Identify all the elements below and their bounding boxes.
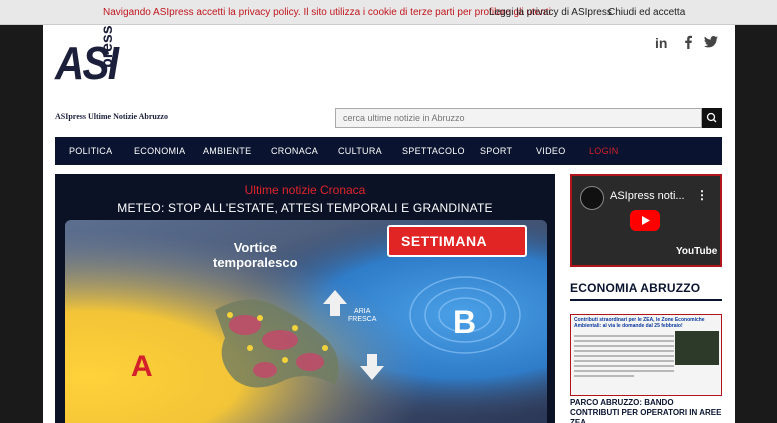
more-options-icon[interactable]: ⋮: [696, 188, 708, 202]
week-badge: SETTIMANA: [387, 225, 527, 257]
linkedin-icon[interactable]: in: [655, 35, 667, 51]
nav-item-sport[interactable]: SPORT: [480, 146, 512, 156]
site-tagline: ASIpress Ultime Notizie Abruzzo: [55, 112, 168, 121]
search-input[interactable]: [335, 108, 702, 128]
cookie-message: Navigando ASIpress accetti la privacy po…: [103, 7, 551, 18]
privacy-link[interactable]: Leggi la privacy di ASIpress: [489, 7, 612, 18]
feature-section-label[interactable]: Ultime notizie Cronaca: [55, 183, 555, 197]
feature-title[interactable]: METEO: STOP ALL'ESTATE, ATTESI TEMPORALI…: [55, 201, 555, 215]
nav-item-politica[interactable]: POLITICA: [69, 146, 112, 156]
nav-item-cronaca[interactable]: CRONACA: [271, 146, 318, 156]
vortex-label: Vortice temporalesco: [213, 240, 298, 270]
play-button[interactable]: [630, 210, 660, 231]
economy-card-body: [574, 335, 674, 380]
cookie-bar: Navigando ASIpress accetti la privacy po…: [0, 0, 777, 25]
site-logo[interactable]: ASI press: [55, 25, 125, 93]
search-icon: [706, 112, 717, 123]
nav-item-economia[interactable]: ECONOMIA: [134, 146, 185, 156]
high-pressure-label: A: [131, 350, 153, 383]
low-pressure-label: B: [453, 304, 477, 340]
economy-article-image[interactable]: Contributi straordinari per le ZEA, le Z…: [570, 314, 722, 396]
weather-map-image[interactable]: Vortice temporalesco SETTIMANA ARIA FRES…: [65, 220, 547, 423]
economy-article-title[interactable]: PARCO ABRUZZO: BANDO CONTRIBUTI PER OPER…: [570, 398, 722, 423]
week-badge-label: SETTIMANA: [401, 233, 488, 249]
youtube-video-embed[interactable]: ASIpress noti... ⋮ YouTube: [570, 174, 722, 267]
facebook-icon[interactable]: [683, 35, 693, 52]
channel-avatar: [580, 186, 604, 210]
play-icon: [642, 216, 650, 225]
vortex-line-2: temporalesco: [213, 255, 298, 270]
page-container: ASI press in ASIpress Ultime Notizie Abr…: [43, 25, 735, 423]
economy-card-thumbnail: [675, 331, 719, 365]
fresh-air-label: ARIA FRESCA: [348, 308, 376, 324]
video-title[interactable]: ASIpress noti...: [610, 190, 685, 202]
main-nav: POLITICA ECONOMIA AMBIENTE CRONACA CULTU…: [55, 137, 722, 165]
logo-sub: press: [99, 25, 116, 68]
featured-article[interactable]: Ultime notizie Cronaca METEO: STOP ALL'E…: [55, 174, 555, 423]
nav-item-spettacolo[interactable]: SPETTACOLO: [402, 146, 465, 156]
section-divider: [570, 299, 722, 301]
fresh-air-line-1: ARIA: [354, 308, 371, 315]
vortex-line-1: Vortice: [233, 240, 277, 255]
economy-card-headline: Contributi straordinari per le ZEA, le Z…: [574, 317, 705, 329]
nav-item-ambiente[interactable]: AMBIENTE: [203, 146, 251, 156]
youtube-logo[interactable]: YouTube: [676, 246, 717, 257]
nav-item-login[interactable]: LOGIN: [589, 146, 619, 156]
cookie-accept-button[interactable]: Chiudi ed accetta: [608, 7, 685, 18]
economy-section-title[interactable]: ECONOMIA ABRUZZO: [570, 281, 700, 295]
nav-item-cultura[interactable]: CULTURA: [338, 146, 382, 156]
nav-item-video[interactable]: VIDEO: [536, 146, 566, 156]
search-button[interactable]: [702, 108, 722, 128]
twitter-icon[interactable]: [704, 35, 718, 51]
fresh-air-line-2: FRESCA: [348, 316, 377, 323]
